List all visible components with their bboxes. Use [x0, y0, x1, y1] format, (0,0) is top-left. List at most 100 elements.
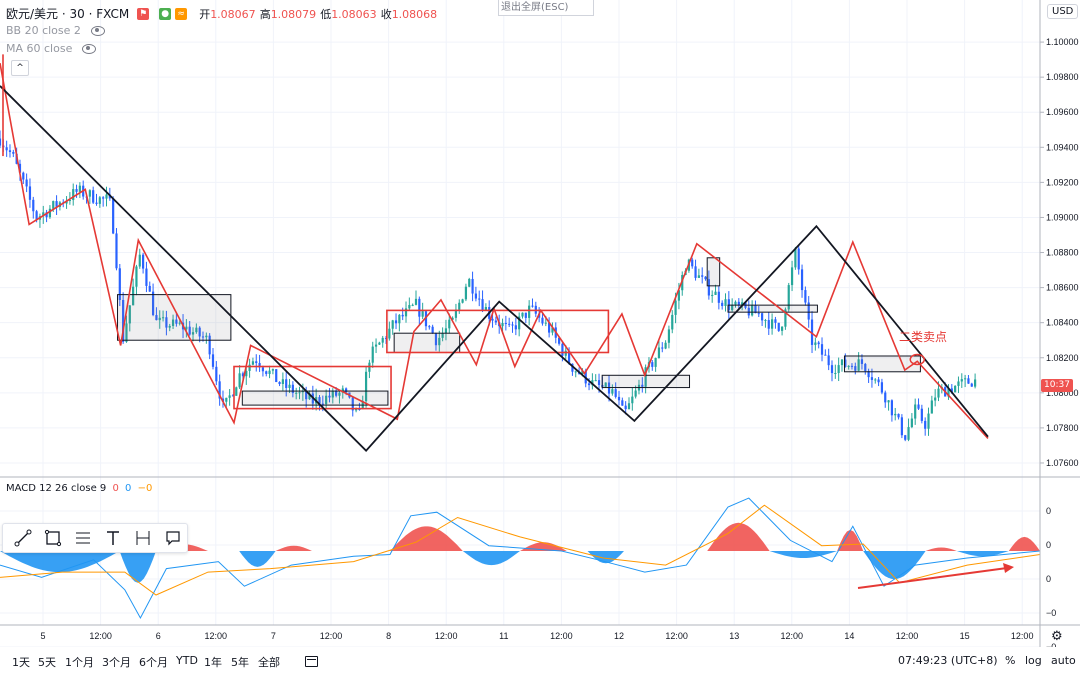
rectangle-icon[interactable]: [39, 526, 67, 550]
candle-body: [138, 254, 141, 267]
candle-body: [145, 268, 148, 286]
candle-body: [714, 291, 717, 295]
trend-line-icon[interactable]: [9, 526, 37, 550]
candle-body: [148, 285, 151, 292]
candle-body: [278, 382, 281, 385]
range-1d[interactable]: 1天: [12, 654, 30, 670]
candle-body: [228, 395, 231, 398]
candle-body: [52, 201, 55, 209]
candle-body: [634, 390, 637, 397]
candle-body: [494, 320, 497, 323]
candle-body: [381, 337, 384, 343]
range-all[interactable]: 全部: [258, 654, 280, 670]
candle-body: [142, 254, 145, 269]
log-toggle[interactable]: log: [1025, 654, 1042, 667]
candle-body: [897, 413, 900, 418]
candle-body: [541, 317, 544, 324]
candle-body: [794, 248, 797, 268]
range-5d[interactable]: 5天: [38, 654, 56, 670]
range-1m[interactable]: 1个月: [65, 654, 94, 670]
candle-body: [934, 397, 937, 401]
candle-body: [780, 326, 784, 331]
macd-tick-label: 0: [1046, 540, 1051, 550]
candle-body: [960, 379, 963, 382]
macd-value-signal: −0: [137, 483, 153, 494]
candle-body: [504, 322, 507, 324]
macd-title: MACD 12 26 close 9: [6, 483, 107, 494]
calendar-icon[interactable]: [305, 656, 318, 667]
auto-toggle[interactable]: auto: [1051, 654, 1076, 667]
candle-body: [398, 314, 401, 324]
candle-body: [661, 347, 664, 349]
bb-legend[interactable]: BB 20 close 2: [6, 24, 105, 37]
price-tick-label: 1.09400: [1046, 142, 1079, 152]
candle-body: [804, 290, 807, 303]
candle-body: [211, 354, 215, 367]
candle-body: [471, 278, 474, 294]
candle-body: [112, 198, 115, 234]
candle-body: [837, 365, 840, 373]
candle-body: [514, 325, 517, 330]
range-6m[interactable]: 6个月: [139, 654, 168, 670]
fib-icon[interactable]: [69, 526, 97, 550]
candle-body: [421, 311, 424, 317]
callout-icon[interactable]: [159, 526, 187, 550]
measure-icon[interactable]: [129, 526, 157, 550]
price-tick-label: 1.08600: [1046, 283, 1079, 293]
collapse-legend-button[interactable]: ^: [11, 60, 29, 76]
candle-body: [767, 320, 770, 329]
time-tick-label: 12:00: [205, 631, 228, 641]
black-box: [843, 355, 921, 373]
eye-icon[interactable]: [82, 43, 97, 54]
ohlc-high: 高1.08079: [259, 7, 317, 21]
time-tick-label: 15: [960, 631, 970, 641]
candle-body: [75, 189, 78, 192]
range-1y[interactable]: 1年: [204, 654, 222, 670]
candle-body: [48, 208, 52, 218]
price-tick-label: 1.10000: [1046, 37, 1079, 47]
macd-legend[interactable]: MACD 12 26 close 9 0 0 −0: [6, 483, 152, 494]
candle-body: [448, 319, 451, 329]
candle-body: [251, 361, 255, 365]
range-5y[interactable]: 5年: [231, 654, 249, 670]
candle-body: [917, 404, 920, 409]
candle-body: [927, 413, 930, 429]
candle-body: [105, 194, 108, 199]
candle-body: [717, 291, 720, 303]
time-tick-label: 6: [156, 631, 161, 641]
symbol-label[interactable]: 欧元/美元 · 30 · FXCM: [6, 5, 129, 22]
text-icon[interactable]: [99, 526, 127, 550]
percent-toggle[interactable]: %: [1005, 654, 1015, 667]
candle-body: [501, 322, 504, 327]
candle-body: [761, 313, 764, 321]
candle-body: [880, 382, 884, 393]
time-tick-label: 14: [844, 631, 854, 641]
macd-tick-label: −0: [1046, 608, 1056, 618]
ma-legend[interactable]: MA 60 close: [6, 42, 97, 55]
annotation-text[interactable]: 二类卖点: [899, 328, 947, 345]
candle-body: [491, 318, 494, 321]
candle-body: [887, 400, 890, 403]
candle-body: [265, 371, 268, 374]
candle-body: [790, 267, 794, 286]
currency-label[interactable]: USD: [1047, 4, 1079, 19]
time-tick-label: 11: [499, 631, 508, 641]
candle-body: [72, 189, 75, 201]
candle-body: [544, 322, 547, 324]
time-tick-label: 12:00: [435, 631, 458, 641]
price-tick-label: 1.07800: [1046, 423, 1079, 433]
range-ytd[interactable]: YTD: [176, 654, 198, 667]
candle-body: [974, 379, 977, 387]
candle-body: [954, 385, 957, 393]
gear-icon[interactable]: ⚙: [1051, 629, 1063, 644]
candle-body: [694, 266, 697, 278]
exit-fullscreen-button[interactable]: 退出全屏(ESC): [498, 0, 594, 16]
range-3m[interactable]: 3个月: [102, 654, 131, 670]
candle-body: [474, 293, 478, 299]
candle-body: [824, 354, 827, 356]
eye-icon[interactable]: [90, 25, 105, 36]
candle-body: [617, 396, 621, 401]
flag-icon[interactable]: ⚑: [137, 7, 150, 20]
candle-body: [394, 320, 398, 324]
clock[interactable]: 07:49:23 (UTC+8): [898, 654, 998, 667]
